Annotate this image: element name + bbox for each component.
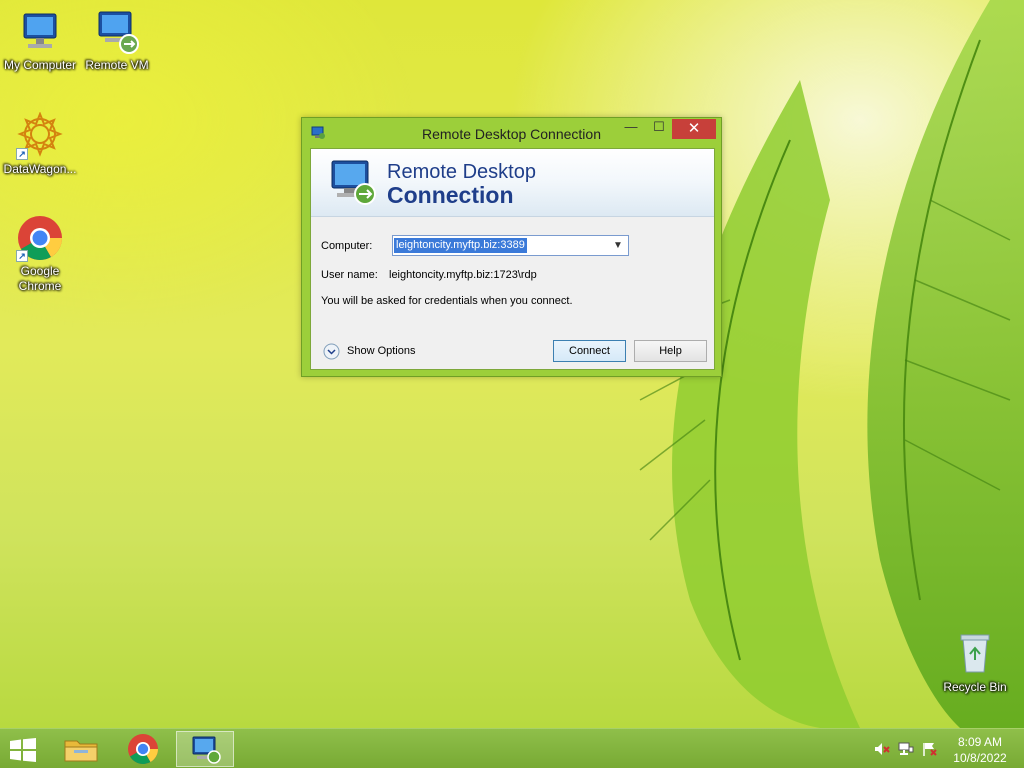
remote-desktop-logo-icon [331, 160, 376, 205]
close-button[interactable]: ✕ [672, 119, 716, 139]
taskbar-file-explorer[interactable] [52, 731, 110, 767]
taskbar: 8:09 AM 10/8/2022 [0, 728, 1024, 768]
dialog-banner: Remote Desktop Connection [311, 149, 714, 217]
expand-chevron-icon[interactable] [323, 343, 340, 360]
taskbar-remote-desktop[interactable] [176, 731, 234, 767]
network-icon[interactable] [898, 742, 914, 756]
window-titlebar[interactable]: Remote Desktop Connection — ☐ ✕ [302, 118, 721, 148]
desktop-icon-recycle-bin[interactable]: Recycle Bin [935, 630, 1015, 695]
connect-button[interactable]: Connect [553, 340, 626, 362]
banner-title-line2: Connection [387, 182, 514, 208]
username-value: leightoncity.myftp.biz:1723\rdp [389, 269, 537, 281]
clock-time: 8:09 AM [957, 735, 1003, 749]
help-button[interactable]: Help [634, 340, 707, 362]
banner-title-line1: Remote Desktop [387, 161, 536, 183]
speaker-muted-icon[interactable] [874, 742, 890, 756]
recycle-bin-icon [951, 630, 999, 678]
computer-label: Computer: [321, 240, 373, 252]
remote-desktop-icon [192, 736, 221, 764]
desktop-icon-label: Google Chrome [18, 264, 62, 293]
chrome-icon [128, 734, 158, 765]
computer-combobox[interactable]: leightoncity.myftp.biz:3389 ▼ [392, 235, 629, 256]
computer-input-value[interactable]: leightoncity.myftp.biz:3389 [394, 238, 527, 253]
action-center-flag-icon[interactable] [922, 742, 938, 756]
desktop-icon-label: Remote VM [85, 58, 149, 72]
shortcut-arrow-icon: ↗ [16, 148, 28, 160]
desktop-icon-label: My Computer [3, 58, 77, 72]
username-label: User name: [321, 269, 378, 281]
desktop-icon-my-computer[interactable]: My Computer [0, 8, 80, 73]
taskbar-chrome[interactable] [114, 731, 172, 767]
credentials-note: You will be asked for credentials when y… [321, 295, 573, 307]
desktop-icon-label: Recycle Bin [943, 680, 1007, 694]
clock-date: 10/8/2022 [953, 751, 1007, 765]
desktop-icon-remote-vm[interactable]: Remote VM [77, 8, 157, 73]
window-client-area: Remote Desktop Connection Computer: leig… [310, 148, 715, 370]
minimize-button[interactable]: — [618, 120, 644, 138]
remote-desktop-icon [93, 8, 141, 56]
chevron-down-icon[interactable]: ▼ [611, 237, 625, 254]
file-explorer-icon [64, 740, 98, 762]
desktop-icon-datawagon[interactable]: ↗ DataWagon... [0, 111, 80, 177]
shortcut-arrow-icon: ↗ [16, 250, 28, 262]
desktop-icon-google-chrome[interactable]: ↗ Google Chrome [0, 214, 80, 294]
maximize-button[interactable]: ☐ [646, 120, 672, 138]
chrome-icon: ↗ [16, 214, 64, 262]
desktop-icon-label: DataWagon... [3, 162, 77, 176]
computer-icon [16, 8, 64, 56]
start-icon[interactable] [8, 738, 38, 762]
remote-desktop-window: Remote Desktop Connection — ☐ ✕ Remote D… [301, 117, 722, 377]
system-clock[interactable]: 8:09 AM 10/8/2022 [948, 734, 1012, 766]
datawagon-icon: ↗ [16, 111, 64, 160]
show-options-link[interactable]: Show Options [347, 345, 415, 357]
